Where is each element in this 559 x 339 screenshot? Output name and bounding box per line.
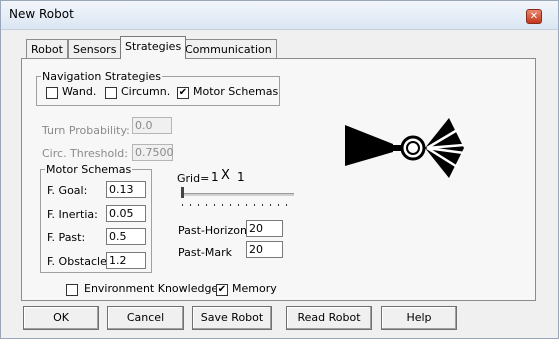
slider-tick [206,204,207,206]
slider-tick [286,204,287,206]
slider-tick [198,204,199,206]
obstacle-factor-input[interactable]: 1.2 [106,252,146,269]
slider-tick [222,204,223,206]
slider-tick [214,204,215,206]
title-bar: New Robot ✕ [1,1,558,30]
window-title: New Robot [9,7,74,21]
grid-slider-thumb[interactable] [181,187,184,198]
motor-schemas-checkbox[interactable]: ✔ [177,87,189,99]
grid-rows-value: 1 [211,170,219,184]
slider-tick [182,204,183,206]
tab-communication[interactable]: Communication [180,39,277,58]
slider-tick [246,204,247,206]
wander-checkbox[interactable] [46,87,58,99]
tab-label: Communication [185,43,272,56]
robot-sensor-icon [345,118,465,178]
ok-button[interactable]: OK [23,306,99,330]
circ-threshold-input[interactable]: 0.7500 [132,144,174,161]
close-button[interactable]: ✕ [526,9,542,24]
tab-label: Sensors [73,43,117,56]
tab-label: Robot [31,43,63,56]
turn-probability-label: Turn Probability: [42,124,130,137]
save-robot-button[interactable]: Save Robot [192,306,272,330]
cancel-button[interactable]: Cancel [107,306,184,330]
grid-cols-value: 1 [237,170,245,184]
obstacle-factor-label: F. Obstacle: [47,255,111,268]
slider-tick [270,204,271,206]
turn-probability-input[interactable]: 0.0 [132,117,172,134]
check-mark-icon: ✔ [178,87,188,98]
past-horizon-label: Past-Horizon [178,224,247,237]
grid-times-sign: X [221,168,230,183]
motor-schemas-label: Motor Schemas [193,85,279,98]
goal-factor-label: F. Goal: [47,184,88,197]
past-factor-input[interactable]: 0.5 [106,228,146,245]
tab-robot[interactable]: Robot [26,39,68,58]
slider-tick [254,204,255,206]
circumnavigate-label: Circumn. [121,85,171,98]
check-mark-icon: ✔ [217,284,227,295]
memory-label: Memory [232,282,277,295]
past-factor-label: F. Past: [47,231,86,244]
slider-tick [230,204,231,206]
past-horizon-input[interactable]: 20 [246,220,283,237]
read-robot-button[interactable]: Read Robot [286,306,372,330]
environment-knowledge-checkbox[interactable] [66,284,78,296]
tab-sensors[interactable]: Sensors [68,39,122,58]
environment-knowledge-label: Environment Knowledge [84,282,219,295]
goal-factor-input[interactable]: 0.13 [106,181,146,198]
inertia-factor-label: F. Inertia: [47,208,98,221]
navigation-strategies-legend: Navigation Strategies [42,70,162,83]
past-mark-label: Past-Mark [178,246,233,259]
robot-tail-icon [345,125,393,166]
slider-tick [190,204,191,206]
inertia-factor-input[interactable]: 0.05 [106,205,146,222]
circumnavigate-checkbox[interactable] [105,87,117,99]
tab-label: Strategies [125,40,182,53]
slider-tick [278,204,279,206]
help-button[interactable]: Help [381,306,457,330]
grid-slider-ticks [182,204,287,206]
grid-label: Grid= [177,172,210,185]
past-mark-input[interactable]: 20 [246,241,283,258]
tab-strategies[interactable]: Strategies [120,36,187,59]
motor-schemas-legend: Motor Schemas [46,163,132,176]
wander-label: Wand. [62,85,97,98]
memory-checkbox[interactable]: ✔ [216,284,228,296]
slider-tick [238,204,239,206]
close-icon: ✕ [529,11,539,22]
grid-slider-track[interactable] [182,193,294,196]
slider-tick [262,204,263,206]
robot-core-inner-icon [406,141,420,155]
circ-threshold-label: Circ. Threshold: [42,147,128,160]
